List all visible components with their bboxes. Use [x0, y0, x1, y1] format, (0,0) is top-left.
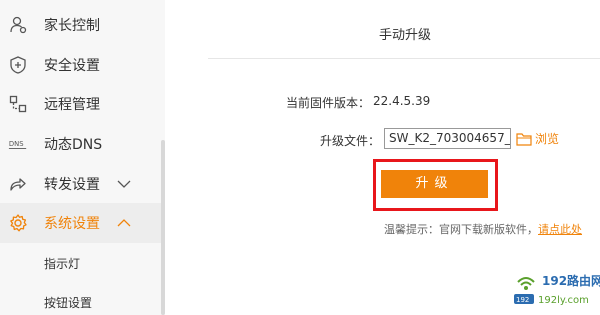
shield-plus-icon	[8, 55, 28, 75]
svg-text:192路由网: 192路由网	[542, 273, 600, 288]
sidebar-subitem-button-settings[interactable]: 按钮设置	[0, 282, 165, 315]
upgrade-button[interactable]: 升级	[381, 170, 488, 198]
firmware-version-value: 22.4.5.39	[373, 94, 431, 108]
svg-text:DNS: DNS	[9, 140, 24, 148]
page-title: 手动升级	[378, 28, 431, 43]
title-divider	[208, 58, 600, 59]
sidebar: 家长控制 安全设置 远程管理 DNS 动态DNS 转发设置 系统设置 指示灯 按…	[0, 0, 165, 315]
svg-text:192: 192	[516, 296, 529, 304]
sidebar-item-forwarding[interactable]: 转发设置	[0, 164, 165, 204]
hint-link[interactable]: 请点此处	[538, 223, 582, 236]
sidebar-item-label: 家长控制	[44, 18, 100, 34]
svg-text:192ly.com: 192ly.com	[538, 295, 589, 306]
sidebar-item-label: 动态DNS	[44, 137, 103, 153]
sidebar-item-remote-management[interactable]: 远程管理	[0, 84, 165, 124]
browse-button[interactable]: 浏览	[516, 130, 559, 147]
remote-management-icon	[8, 94, 28, 114]
folder-icon	[516, 132, 532, 146]
firmware-version-label: 当前固件版本：	[285, 96, 370, 110]
sidebar-item-label: 远程管理	[44, 97, 100, 113]
wifi-signal-icon	[517, 277, 535, 290]
dns-icon: DNS	[8, 134, 28, 154]
forward-arrow-icon	[8, 174, 28, 194]
browse-label: 浏览	[535, 132, 560, 146]
sidebar-item-security[interactable]: 安全设置	[0, 45, 165, 85]
parental-control-icon	[8, 15, 28, 35]
hint-text: 温馨提示：官网下载新版软件，请点此处	[384, 221, 582, 237]
sidebar-subitem-indicator-light[interactable]: 指示灯	[0, 243, 165, 283]
upgrade-file-label: 升级文件：	[319, 134, 380, 148]
sidebar-subitem-label: 按钮设置	[44, 296, 93, 310]
chevron-up-icon[interactable]	[116, 215, 132, 231]
sidebar-subitem-label: 指示灯	[44, 257, 81, 271]
sidebar-item-label: 系统设置	[44, 216, 100, 232]
sidebar-item-system-settings[interactable]: 系统设置	[0, 203, 165, 243]
sidebar-item-label: 安全设置	[44, 58, 100, 74]
chevron-down-icon[interactable]	[116, 176, 132, 192]
hint-message: 温馨提示：官网下载新版软件，	[384, 223, 538, 236]
gear-icon	[8, 213, 28, 233]
watermark-logo: 192路由网 192 192ly.com	[512, 268, 600, 312]
sidebar-item-ddns[interactable]: DNS 动态DNS	[0, 124, 165, 164]
upgrade-file-field[interactable]: SW_K2_703004657_V	[384, 128, 511, 149]
sidebar-item-label: 转发设置	[44, 177, 100, 193]
sidebar-item-parental-control[interactable]: 家长控制	[0, 5, 165, 45]
